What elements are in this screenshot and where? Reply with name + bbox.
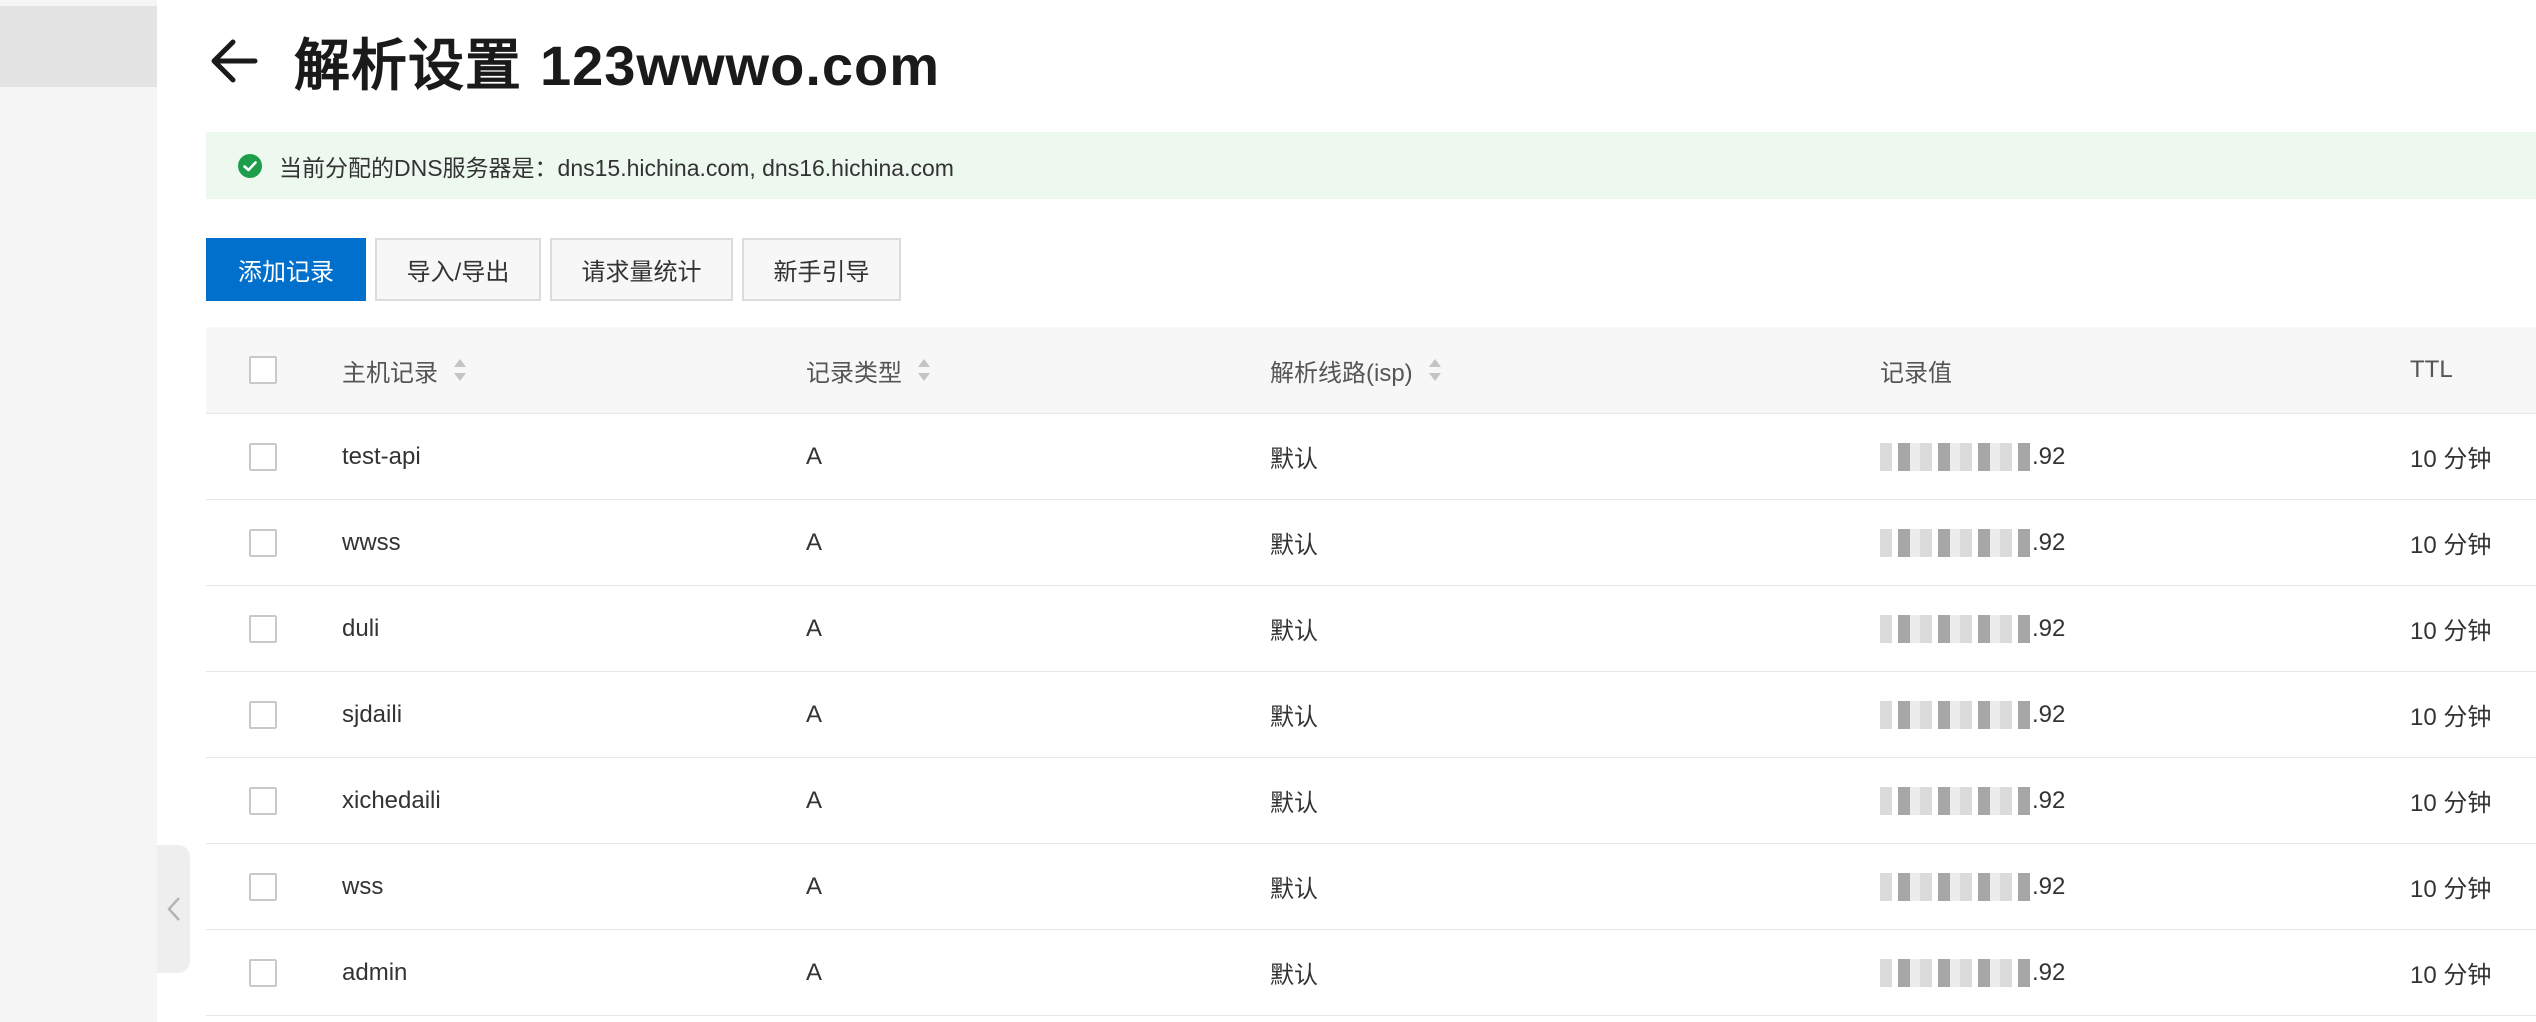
sort-icon[interactable] <box>916 357 932 383</box>
sidebar <box>0 0 157 1022</box>
masked-value <box>1880 700 2030 729</box>
add-record-button[interactable]: 添加记录 <box>206 238 366 301</box>
masked-value <box>1880 958 2030 987</box>
page-title: 解析设置 123wwwo.com <box>294 21 940 102</box>
chevron-left-icon <box>166 897 180 921</box>
page-header: 解析设置 123wwwo.com <box>206 26 940 97</box>
dns-server-notice: 当前分配的DNS服务器是：dns15.hichina.com, dns16.hi… <box>206 132 2536 199</box>
ttl-cell: 10 分钟 <box>2410 446 2492 473</box>
host-cell: test-api <box>342 442 421 470</box>
check-circle-icon <box>237 153 263 179</box>
ttl-cell: 10 分钟 <box>2410 532 2492 559</box>
row-checkbox[interactable] <box>249 614 277 643</box>
type-cell: A <box>806 528 823 556</box>
beginner-guide-button[interactable]: 新手引导 <box>742 238 901 301</box>
line-cell: 默认 <box>1270 618 1318 645</box>
row-checkbox[interactable] <box>249 872 277 901</box>
host-cell: xichedaili <box>342 786 441 814</box>
value-suffix: .92 <box>2032 614 2066 642</box>
line-cell: 默认 <box>1270 532 1318 559</box>
table-row[interactable]: wss A 默认 .92 10 分钟 <box>206 844 2536 930</box>
column-type: 记录类型 <box>806 327 932 413</box>
records-table: 主机记录 记录类型 解析线路(isp) 记录值 TTL test-api A 默… <box>206 327 2536 1016</box>
column-host-label: 主机记录 <box>342 359 438 387</box>
page-title-text: 解析设置 <box>294 33 522 97</box>
column-ttl-label: TTL <box>2410 356 2453 383</box>
value-cell: .92 <box>1880 672 2065 757</box>
value-suffix: .92 <box>2032 528 2066 556</box>
ttl-cell: 10 分钟 <box>2410 790 2492 817</box>
request-stats-button[interactable]: 请求量统计 <box>550 238 733 301</box>
ttl-cell: 10 分钟 <box>2410 962 2492 989</box>
back-button[interactable] <box>206 33 262 89</box>
table-row[interactable]: admin A 默认 .92 10 分钟 <box>206 930 2536 1016</box>
line-cell: 默认 <box>1270 704 1318 731</box>
host-cell: admin <box>342 958 408 986</box>
masked-value <box>1880 786 2030 815</box>
column-host: 主机记录 <box>342 327 468 413</box>
host-cell: sjdaili <box>342 700 403 728</box>
table-row[interactable]: wwss A 默认 .92 10 分钟 <box>206 500 2536 586</box>
value-suffix: .92 <box>2032 872 2066 900</box>
sort-icon[interactable] <box>452 357 468 383</box>
value-suffix: .92 <box>2032 700 2066 728</box>
table-row[interactable]: test-api A 默认 .92 10 分钟 <box>206 414 2536 500</box>
column-line: 解析线路(isp) <box>1270 327 1443 413</box>
row-checkbox[interactable] <box>249 528 277 557</box>
host-cell: wss <box>342 872 384 900</box>
type-cell: A <box>806 614 823 642</box>
type-cell: A <box>806 786 823 814</box>
sort-icon[interactable] <box>1427 357 1443 383</box>
column-ttl: TTL <box>2410 327 2453 413</box>
value-suffix: .92 <box>2032 442 2066 470</box>
column-line-label: 解析线路(isp) <box>1270 359 1413 387</box>
table-row[interactable]: sjdaili A 默认 .92 10 分钟 <box>206 672 2536 758</box>
line-cell: 默认 <box>1270 876 1318 903</box>
column-value-label: 记录值 <box>1880 359 1952 387</box>
type-cell: A <box>806 872 823 900</box>
row-checkbox[interactable] <box>249 442 277 471</box>
line-cell: 默认 <box>1270 962 1318 989</box>
select-all-checkbox[interactable] <box>249 356 277 384</box>
value-cell: .92 <box>1880 844 2065 929</box>
row-checkbox[interactable] <box>249 786 277 815</box>
table-header: 主机记录 记录类型 解析线路(isp) 记录值 TTL <box>206 327 2536 414</box>
type-cell: A <box>806 442 823 470</box>
value-cell: .92 <box>1880 758 2065 843</box>
ttl-cell: 10 分钟 <box>2410 876 2492 903</box>
sidebar-active-item[interactable] <box>0 6 157 87</box>
value-cell: .92 <box>1880 500 2065 585</box>
column-value: 记录值 <box>1880 327 1952 413</box>
arrow-left-icon <box>211 39 258 83</box>
host-cell: wwss <box>342 528 401 556</box>
type-cell: A <box>806 700 823 728</box>
notice-text: 当前分配的DNS服务器是：dns15.hichina.com, dns16.hi… <box>279 154 954 181</box>
import-export-button[interactable]: 导入/导出 <box>375 238 541 301</box>
ttl-cell: 10 分钟 <box>2410 618 2492 645</box>
column-type-label: 记录类型 <box>806 359 902 387</box>
masked-value <box>1880 442 2030 471</box>
table-row[interactable]: xichedaili A 默认 .92 10 分钟 <box>206 758 2536 844</box>
toolbar: 添加记录 导入/导出 请求量统计 新手引导 <box>206 238 901 301</box>
row-checkbox[interactable] <box>249 700 277 729</box>
type-cell: A <box>806 958 823 986</box>
line-cell: 默认 <box>1270 790 1318 817</box>
value-cell: .92 <box>1880 930 2065 1015</box>
value-suffix: .92 <box>2032 786 2066 814</box>
ttl-cell: 10 分钟 <box>2410 704 2492 731</box>
masked-value <box>1880 528 2030 557</box>
value-suffix: .92 <box>2032 958 2066 986</box>
sidebar-collapse-handle[interactable] <box>157 845 190 973</box>
row-checkbox[interactable] <box>249 958 277 987</box>
line-cell: 默认 <box>1270 446 1318 473</box>
page-title-domain: 123wwwo.com <box>540 33 941 97</box>
value-cell: .92 <box>1880 414 2065 499</box>
masked-value <box>1880 614 2030 643</box>
value-cell: .92 <box>1880 586 2065 671</box>
masked-value <box>1880 872 2030 901</box>
table-row[interactable]: duli A 默认 .92 10 分钟 <box>206 586 2536 672</box>
host-cell: duli <box>342 614 380 642</box>
